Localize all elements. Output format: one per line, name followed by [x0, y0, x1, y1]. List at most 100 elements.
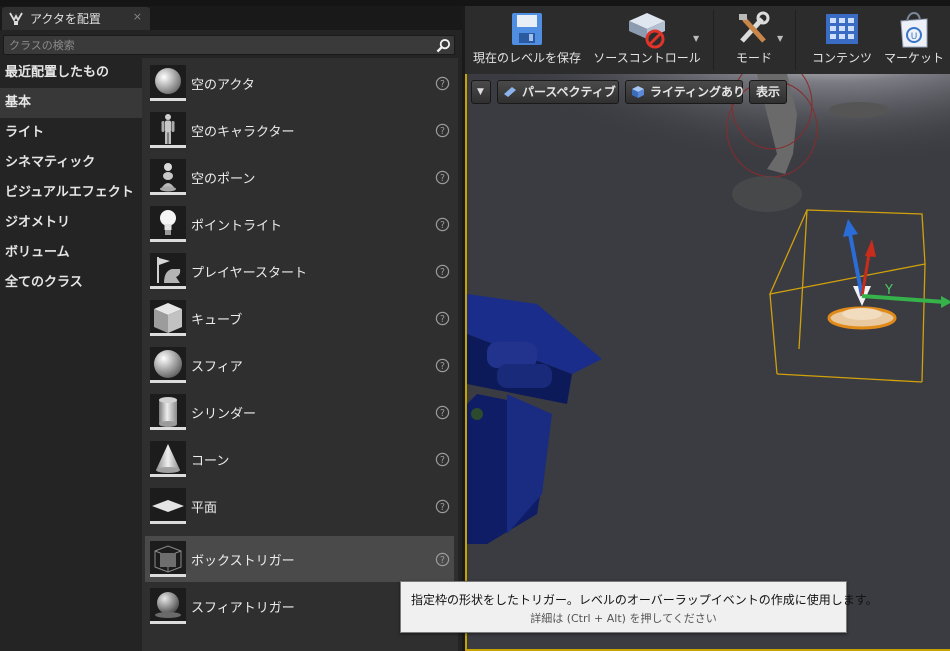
help-icon[interactable]: ? [435, 358, 450, 373]
perspective-button[interactable]: パースペクティブ [497, 80, 619, 104]
source-control-label: ソースコントロール [593, 51, 701, 65]
wrench-tools-icon [739, 11, 770, 43]
cone-icon [156, 444, 180, 473]
perspective-icon [504, 87, 516, 97]
actor-item-cone[interactable]: コーン ? [145, 436, 454, 482]
class-search-input[interactable] [9, 37, 429, 53]
source-control-dropdown-icon[interactable]: ▼ [693, 34, 699, 43]
help-icon[interactable]: ? [435, 405, 450, 420]
svg-text:?: ? [440, 361, 445, 372]
svg-text:?: ? [440, 455, 445, 466]
actor-label: スフィアトリガー [191, 601, 295, 616]
actor-label: コーン [191, 454, 230, 469]
content-browser-icon [826, 14, 858, 44]
svg-text:?: ? [440, 79, 445, 90]
main-toolbar: 現在のレベルを保存 ソースコントロール ▼ モード ▼ コンテンツ U マーケッ… [462, 6, 950, 74]
svg-text:?: ? [440, 408, 445, 419]
actor-thumbnail [150, 347, 186, 383]
category-visual-effects[interactable]: ビジュアルエフェクト [0, 178, 142, 208]
actor-item-empty-character[interactable]: 空のキャラクター ? [145, 107, 454, 153]
place-actors-tab[interactable]: アクタを配置 × [2, 7, 150, 30]
place-actors-icon [9, 12, 23, 25]
actor-thumbnail [150, 159, 186, 195]
cylinder-icon [159, 397, 177, 427]
svg-text:?: ? [440, 267, 445, 278]
source-control-icon [629, 13, 665, 49]
actor-label: 空のキャラクター [191, 125, 295, 140]
viewport-options-button[interactable]: ▼ [471, 80, 491, 104]
toolbar-separator [795, 10, 796, 70]
save-current-level-button[interactable]: 現在のレベルを保存 [469, 6, 585, 74]
save-disk-icon [512, 13, 542, 45]
category-lights[interactable]: ライト [0, 118, 142, 148]
source-control-button[interactable]: ソースコントロール [587, 6, 707, 74]
level-viewport[interactable]: Y ▼ パースペクティブ ライティングあり 表示 [465, 74, 950, 651]
actor-thumbnail [150, 300, 186, 336]
help-icon[interactable]: ? [435, 76, 450, 91]
point-light-bulb-icon [160, 210, 176, 235]
actor-item-point-light[interactable]: ポイントライト ? [145, 201, 454, 247]
show-button[interactable]: 表示 [749, 80, 787, 104]
close-icon[interactable]: × [133, 10, 142, 23]
toolbar-separator [713, 10, 714, 70]
help-icon[interactable]: ? [435, 552, 450, 567]
actor-thumbnail [150, 394, 186, 430]
gizmo-y-label: Y [884, 283, 893, 298]
help-icon[interactable]: ? [435, 499, 450, 514]
category-cinematic[interactable]: シネマティック [0, 148, 142, 178]
category-all-classes[interactable]: 全てのクラス [0, 268, 142, 298]
actor-item-cube[interactable]: キューブ ? [145, 295, 454, 341]
class-search-box[interactable] [3, 35, 455, 55]
player-start-flag-icon [157, 257, 181, 283]
empty-character-mannequin-icon [161, 114, 175, 144]
svg-text:?: ? [440, 314, 445, 325]
actor-label: 平面 [191, 501, 218, 516]
chevron-down-icon: ▼ [477, 87, 484, 97]
help-icon[interactable]: ? [435, 311, 450, 326]
help-icon[interactable]: ? [435, 217, 450, 232]
lighting-mode-button[interactable]: ライティングあり [625, 80, 745, 104]
category-list: 最近配置したもの 基本 ライト シネマティック ビジュアルエフェクト ジオメトリ… [0, 58, 142, 298]
perspective-label: パースペクティブ [522, 85, 616, 99]
actor-item-sphere[interactable]: スフィア ? [145, 342, 454, 388]
actor-item-player-start[interactable]: プレイヤースタート ? [145, 248, 454, 294]
help-icon[interactable]: ? [435, 264, 450, 279]
plane-icon [152, 500, 184, 512]
actor-label: 空のポーン [191, 172, 256, 187]
marketplace-button[interactable]: U マーケット [879, 6, 949, 74]
help-icon[interactable]: ? [435, 170, 450, 185]
empty-actor-sphere-icon [155, 68, 181, 94]
actor-label: プレイヤースタート [191, 266, 307, 281]
category-geometry[interactable]: ジオメトリ [0, 208, 142, 238]
svg-text:?: ? [440, 555, 445, 566]
content-button[interactable]: コンテンツ [809, 6, 875, 74]
actor-item-plane[interactable]: 平面 ? [145, 483, 454, 529]
actor-item-empty-actor[interactable]: 空のアクタ ? [145, 60, 454, 106]
actor-item-cylinder[interactable]: シリンダー ? [145, 389, 454, 435]
category-recent[interactable]: 最近配置したもの [0, 58, 142, 88]
show-label: 表示 [756, 85, 781, 99]
actor-thumbnail [150, 253, 186, 289]
box-trigger-icon [154, 545, 182, 573]
actor-thumbnail [150, 488, 186, 524]
lit-cube-icon [632, 86, 644, 98]
content-label: コンテンツ [811, 51, 872, 65]
actor-item-empty-pawn[interactable]: 空のポーン ? [145, 154, 454, 200]
search-icon[interactable] [436, 38, 451, 53]
modes-label: モード [735, 51, 772, 65]
actor-item-box-trigger[interactable]: ボックストリガー ? [145, 536, 454, 582]
viewport-scene[interactable]: Y [467, 74, 950, 651]
panel-tab-bar: アクタを配置 × [0, 6, 462, 30]
empty-pawn-icon [160, 163, 176, 192]
actor-label: キューブ [191, 313, 243, 328]
sphere-icon [154, 350, 182, 378]
actor-thumbnail [150, 541, 186, 577]
help-icon[interactable]: ? [435, 452, 450, 467]
help-icon[interactable]: ? [435, 123, 450, 138]
category-basic[interactable]: 基本 [0, 88, 142, 118]
category-volumes[interactable]: ボリューム [0, 238, 142, 268]
modes-dropdown-icon[interactable]: ▼ [777, 34, 783, 43]
place-actors-panel: アクタを配置 × 最近配置したもの 基本 ライト シネマティック ビジュアルエフ… [0, 6, 462, 651]
actor-list: 空のアクタ ? 空のキャラクター ? 空のポーン ? ポイントライト ? プレイ… [142, 58, 458, 651]
svg-text:?: ? [440, 173, 445, 184]
